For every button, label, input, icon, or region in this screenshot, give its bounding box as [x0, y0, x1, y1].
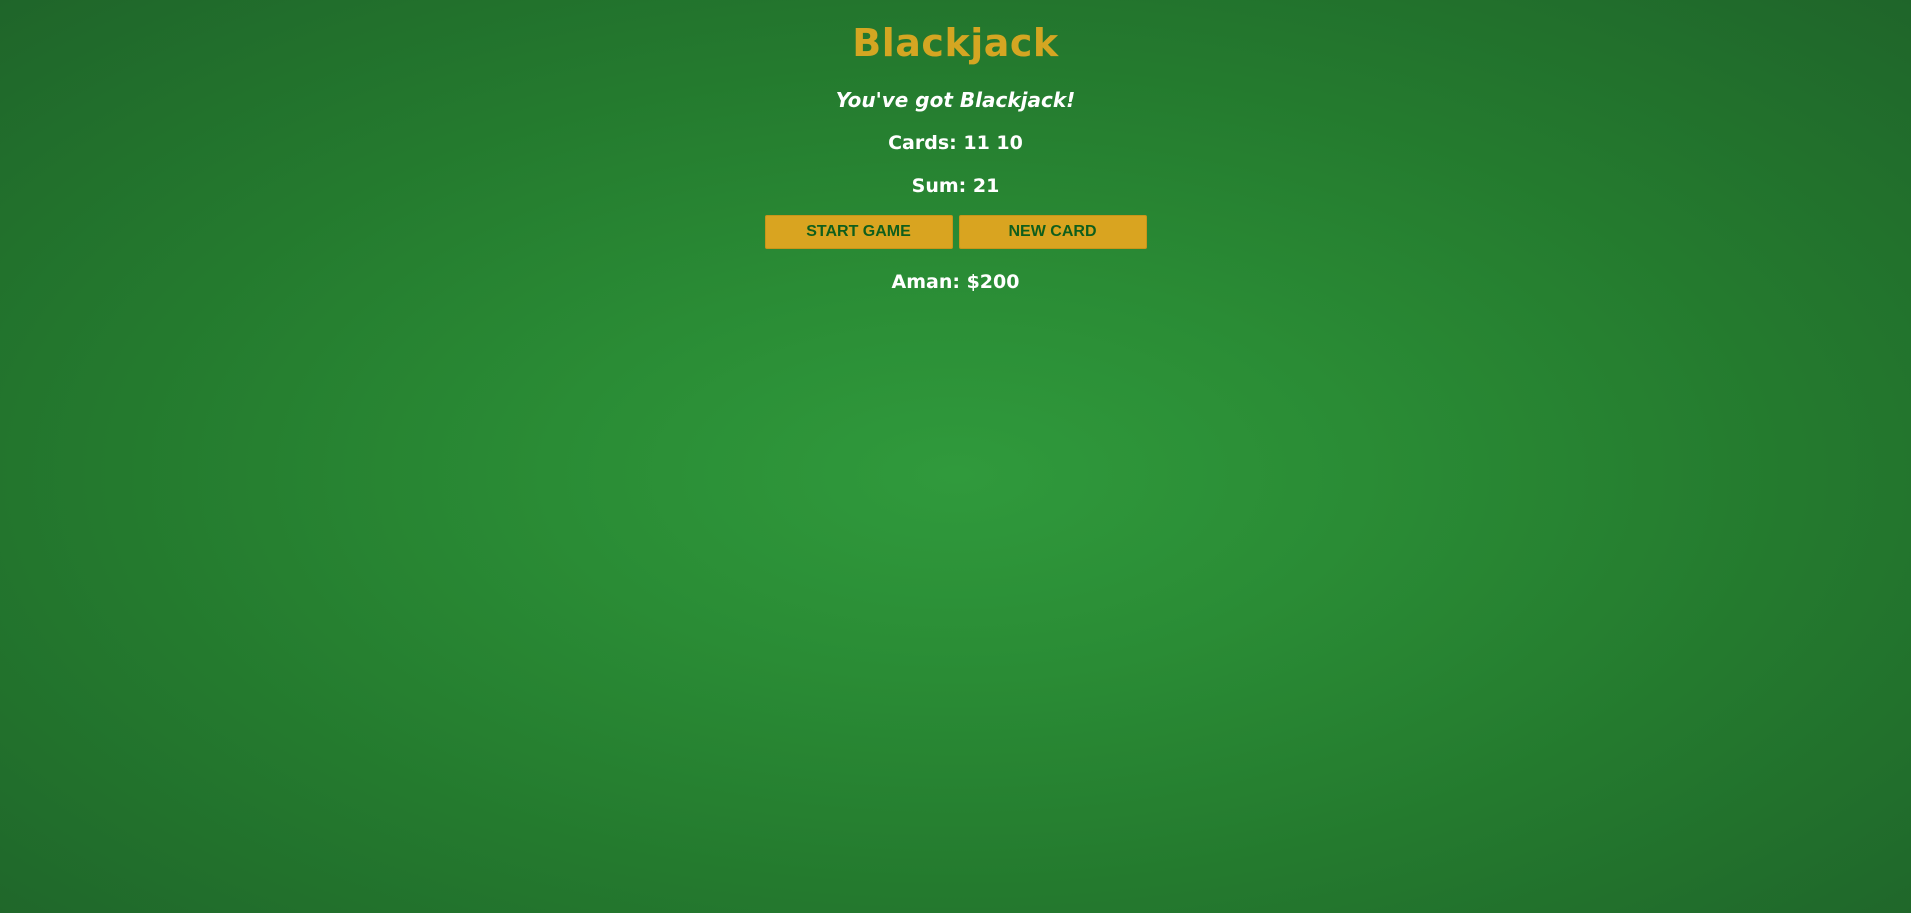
game-message: You've got Blackjack! [835, 88, 1076, 112]
start-game-button[interactable]: START GAME [764, 215, 953, 249]
button-row: START GAME NEW CARD [0, 215, 1911, 249]
new-card-button[interactable]: NEW CARD [958, 215, 1147, 249]
cards-display: Cards: 11 10 [888, 132, 1023, 154]
page-title: Blackjack [852, 21, 1059, 65]
sum-display: Sum: 21 [911, 175, 1000, 197]
player-chips: Aman: $200 [891, 271, 1020, 293]
